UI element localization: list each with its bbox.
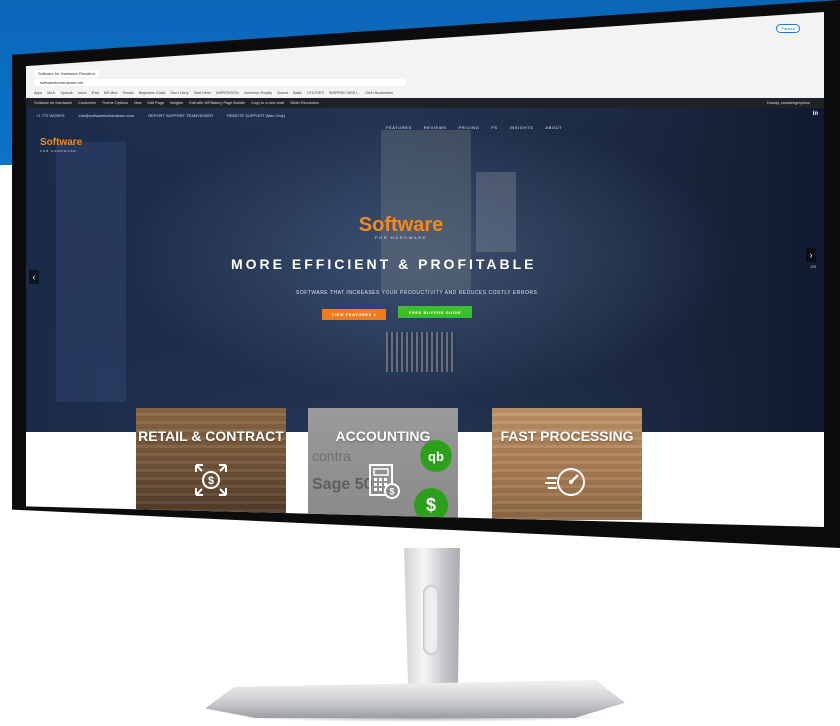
card-retail-contract[interactable]: RETAIL & CONTRACT $ <box>136 408 286 520</box>
site-logo[interactable]: Software FOR HARDWARE <box>40 132 82 153</box>
wp-admin-item[interactable]: Edit Page <box>148 101 164 105</box>
topbar-email[interactable]: info@softwareforhardware.com <box>79 113 135 118</box>
tab-strip: Software for Hardware Retailers <box>34 68 99 78</box>
bookmark-item[interactable]: Envato <box>123 91 134 95</box>
bookmark-item[interactable]: Upwork <box>61 91 73 95</box>
hero-tagline: SOFTWARE THAT INCREASES YOUR PRODUCTIVIT… <box>296 290 538 296</box>
card-title: FAST PROCESSING <box>500 428 634 444</box>
wp-admin-item[interactable]: Customize <box>78 101 96 105</box>
wp-howdy-user[interactable]: Howdy, creativegraphics <box>767 100 810 105</box>
speedometer-icon <box>545 462 589 503</box>
bookmark-item[interactable]: Inbox <box>78 91 87 95</box>
logo-subtext: FOR HARDWARE <box>40 149 77 153</box>
free-buyers-guide-button[interactable]: FREE BUYERS GUIDE <box>398 306 472 318</box>
wp-admin-bar: Software for Hardware Customize Theme Op… <box>26 98 824 108</box>
nav-reviews[interactable]: REVIEWS <box>424 125 447 130</box>
bookmark-item[interactable]: Start Here! <box>194 91 211 95</box>
card-title: ACCOUNTING <box>335 428 431 444</box>
hero-logo-text: Software <box>358 214 444 236</box>
hero-headline: MORE EFFICIENT & PROFITABLE <box>231 256 537 272</box>
topbar-remote-support[interactable]: REMOTE SUPPORT (Mac Only) <box>227 113 285 118</box>
wp-admin-item[interactable]: Theme Options <box>102 101 128 105</box>
slide-counter: 2/3 <box>810 264 816 269</box>
nav-features[interactable]: FEATURES <box>386 125 412 130</box>
hero-bg-window-right <box>476 172 516 252</box>
site-topbar: +1 770 WORKS info@softwareforhardware.co… <box>26 108 824 122</box>
card-title: RETAIL & CONTRACT <box>138 428 284 444</box>
nav-pricing[interactable]: PRICING <box>459 125 480 130</box>
hero-bg-door <box>56 142 126 402</box>
wp-admin-item[interactable]: Copy to a new draft <box>251 101 284 105</box>
bookmark-item[interactable]: iPad <box>92 91 99 95</box>
wp-admin-item[interactable]: New <box>134 101 142 105</box>
card-accounting[interactable]: contra Sage 50 qb $ ACCOUNTING $ <box>308 408 458 520</box>
main-nav: FEATURES REVIEWS PRICING FS INSIGHTS ABO… <box>386 125 562 130</box>
monitor-stand-base <box>205 680 625 718</box>
svg-text:$: $ <box>208 475 214 487</box>
linkedin-icon[interactable]: in <box>813 111 818 117</box>
wp-admin-item[interactable]: Insights <box>170 101 183 105</box>
bookmark-item[interactable]: Scores <box>277 91 288 95</box>
slider-prev-arrow-icon[interactable]: ‹ <box>29 270 39 284</box>
nav-insights[interactable]: INSIGHTS <box>510 125 534 130</box>
browser-tab[interactable]: Software for Hardware Retailers <box>34 69 99 77</box>
calculator-dollar-icon: $ <box>365 462 401 505</box>
hero-bg-radiator <box>386 332 456 372</box>
address-row: softwareforhardware.net <box>34 78 816 87</box>
slider-next-arrow-icon[interactable]: › <box>806 248 816 262</box>
monitor-screen: Software for Hardware Retailers software… <box>26 12 824 527</box>
bookmark-item[interactable]: Converse Shopify <box>244 91 272 95</box>
topbar-phone[interactable]: +1 770 WORKS <box>36 113 65 118</box>
bookmark-item[interactable]: INSPIRATION <box>216 91 239 95</box>
bookmark-item[interactable]: Don't Carry <box>171 91 189 95</box>
view-features-button[interactable]: VIEW FEATURES » <box>322 309 386 320</box>
bookmarks-bar: Apps MAIL Upwork Inbox iPad MS Misc Enva… <box>34 89 816 97</box>
nav-fs[interactable]: FS <box>491 125 497 130</box>
bookmark-item[interactable]: Apps <box>34 91 42 95</box>
bookmark-item[interactable]: Beginners Guide <box>139 91 166 95</box>
dollar-logo-icon: $ <box>414 488 448 520</box>
profile-paused-button[interactable]: Paused <box>776 24 800 33</box>
address-bar[interactable]: softwareforhardware.net <box>34 79 406 86</box>
other-bookmarks[interactable]: Other Bookmarks <box>365 91 393 95</box>
contra-logo-text: contra <box>312 448 351 464</box>
wp-admin-item[interactable]: Edit with WPBakery Page Builder <box>189 101 245 105</box>
wp-admin-item[interactable]: Slider Revolution <box>290 101 319 105</box>
hero-logo: Software FOR HARDWARE <box>351 214 451 240</box>
bookmark-item[interactable]: MAIL <box>47 91 55 95</box>
logo-text: Software <box>40 137 83 148</box>
money-expand-icon: $ <box>193 462 229 503</box>
quickbooks-logo-icon: qb <box>420 440 452 472</box>
bookmark-item[interactable]: Baltic <box>293 91 302 95</box>
wp-admin-item[interactable]: Software for Hardware <box>34 101 72 105</box>
svg-text:$: $ <box>389 487 394 497</box>
nav-about[interactable]: ABOUT <box>545 125 562 130</box>
bookmark-item[interactable]: UTILITIES <box>307 91 324 95</box>
topbar-teamviewer[interactable]: REPORT SUPPORT TEAMVIEWER <box>148 113 213 118</box>
bookmark-item[interactable]: MS Misc <box>104 91 118 95</box>
card-fast-processing[interactable]: FAST PROCESSING <box>492 408 642 520</box>
bookmark-item[interactable]: INSPIRED WEB I... <box>329 91 360 95</box>
monitor-stand-cable-slot <box>423 585 439 655</box>
sage-logo-text: Sage 50 <box>312 476 373 493</box>
